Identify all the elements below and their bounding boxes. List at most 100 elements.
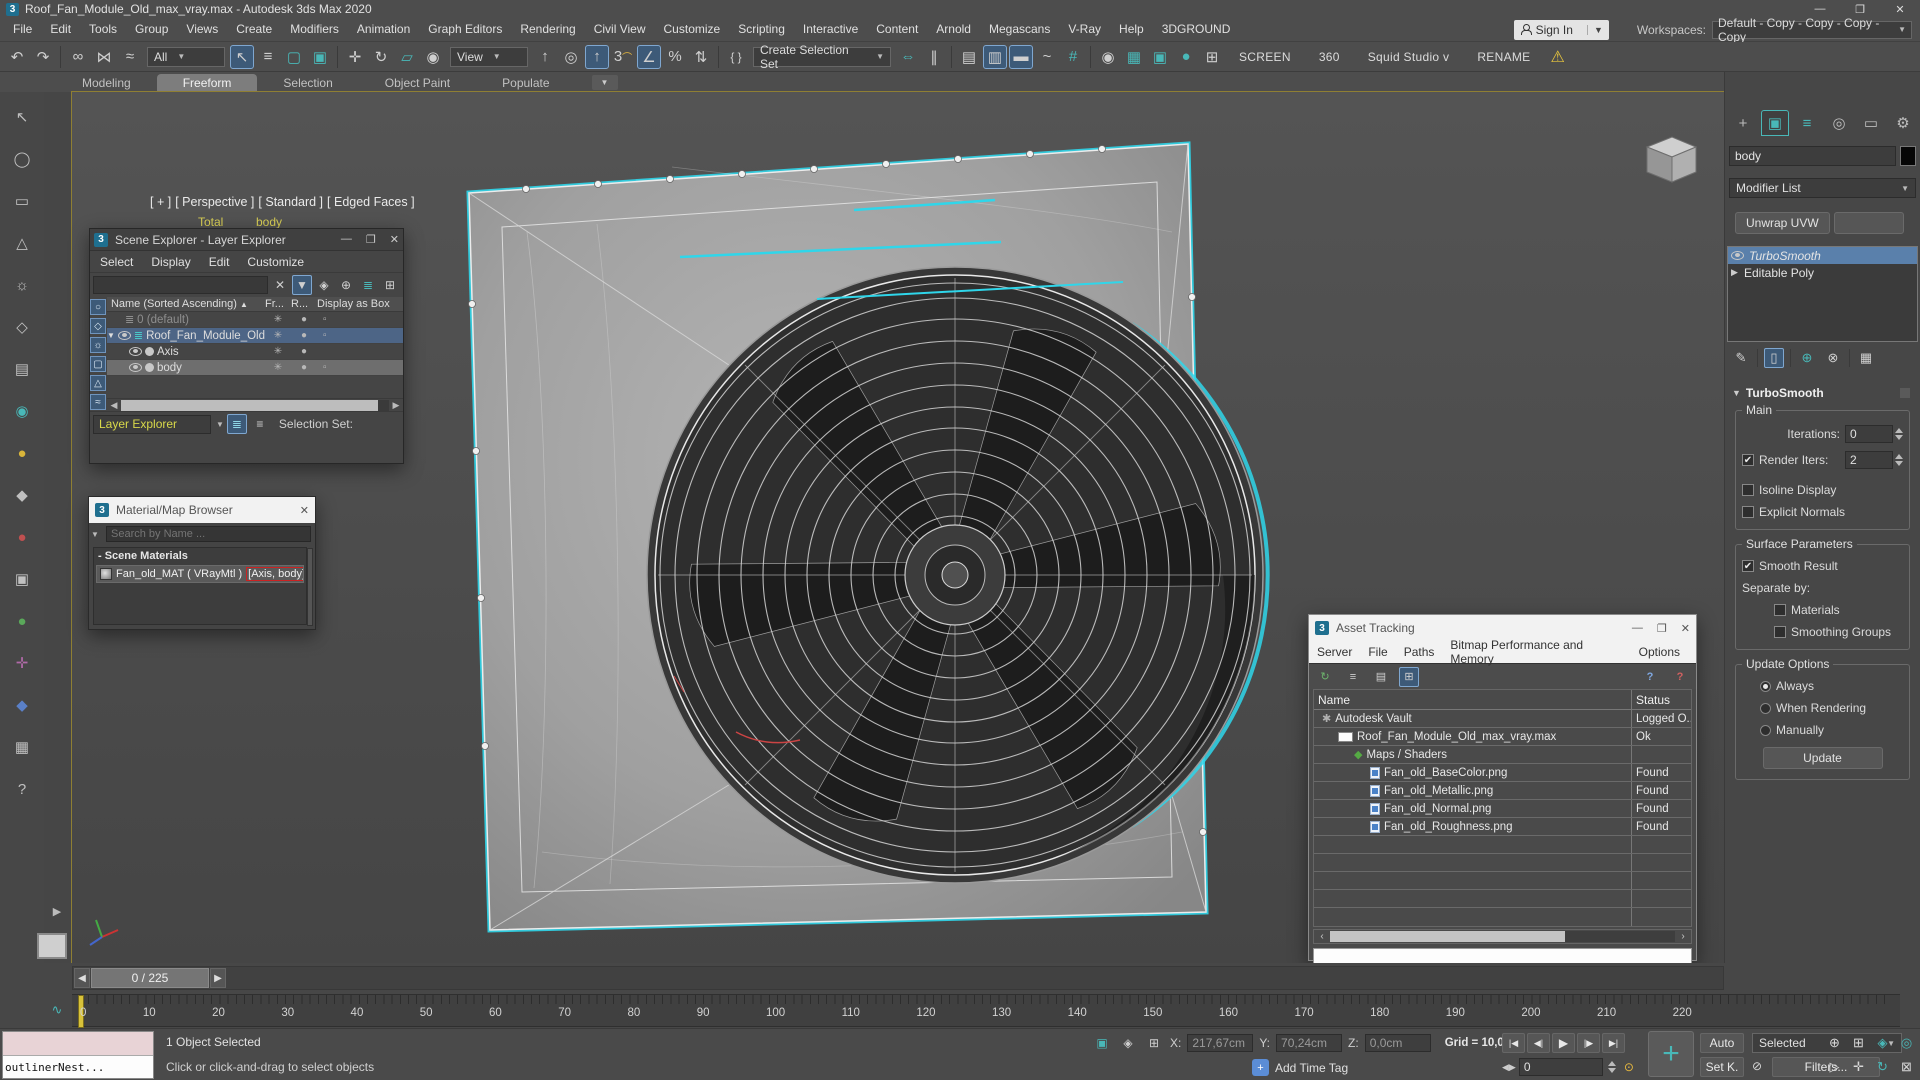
- chevron-down-icon[interactable]: ▼: [91, 530, 103, 539]
- scroll-right-icon[interactable]: ▶: [389, 400, 403, 411]
- custom-button-rename[interactable]: RENAME: [1477, 50, 1530, 64]
- list-view-icon[interactable]: ≡: [1343, 667, 1363, 687]
- lock-icon[interactable]: ◈: [314, 275, 334, 295]
- custom-button-screen[interactable]: SCREEN: [1239, 50, 1291, 64]
- menu-edit[interactable]: Edit: [41, 18, 80, 41]
- manually-radio[interactable]: [1760, 725, 1771, 736]
- help-icon[interactable]: ?: [1640, 667, 1660, 687]
- left-toolbar-button[interactable]: ▭: [7, 186, 37, 216]
- angle-snap-button[interactable]: ∠: [637, 45, 661, 69]
- previous-frame-icon[interactable]: ◀: [74, 968, 90, 988]
- tab-freeform[interactable]: Freeform: [157, 74, 258, 92]
- ribbon-minimize-dropdown[interactable]: ▼: [592, 75, 618, 90]
- explorer-mode-dropdown[interactable]: Layer Explorer: [93, 415, 211, 434]
- left-toolbar-button[interactable]: ◯: [7, 144, 37, 174]
- set-key-button[interactable]: Set K.: [1700, 1057, 1744, 1077]
- tab-populate[interactable]: Populate: [476, 74, 575, 92]
- left-toolbar-button[interactable]: ▦: [7, 732, 37, 762]
- display-as-box-cell[interactable]: ▫: [317, 362, 403, 373]
- smooth-result-checkbox[interactable]: [1742, 560, 1754, 572]
- bind-spacewarp-button[interactable]: ≈: [118, 45, 142, 69]
- show-end-result-button[interactable]: ▯: [1764, 348, 1784, 368]
- viewport-menu-style[interactable]: [ Edged Faces ]: [327, 195, 415, 209]
- stack-item-turbosmooth[interactable]: TurboSmooth: [1728, 247, 1917, 264]
- table-row[interactable]: Fan_old_Metallic.png Found: [1314, 782, 1691, 800]
- layer-mode-button[interactable]: ≣: [227, 414, 247, 434]
- next-frame-button[interactable]: |▶: [1577, 1033, 1600, 1053]
- set-keys-button[interactable]: +: [1648, 1031, 1694, 1077]
- rendered-frame-button[interactable]: ▣: [1148, 45, 1172, 69]
- left-toolbar-button[interactable]: ◆: [7, 690, 37, 720]
- help-context-icon[interactable]: ?: [1670, 667, 1690, 687]
- remove-modifier-button[interactable]: ⊗: [1823, 348, 1843, 368]
- menu-megascans[interactable]: Megascans: [980, 18, 1059, 41]
- thumbnail-view-icon[interactable]: ▤: [1371, 667, 1391, 687]
- toggle-scene-explorer-button[interactable]: ▤: [957, 45, 981, 69]
- tab-modeling[interactable]: Modeling: [56, 74, 157, 92]
- table-row-empty[interactable]: [1314, 908, 1691, 926]
- y-coordinate-field[interactable]: 70,24cm: [1276, 1034, 1342, 1052]
- current-frame-field[interactable]: 0: [1519, 1058, 1603, 1076]
- pan-button[interactable]: ✛: [1847, 1055, 1870, 1078]
- left-toolbar-button[interactable]: ▤: [7, 354, 37, 384]
- filter-spacewarps-icon[interactable]: ≈: [90, 394, 106, 410]
- left-toolbar-button[interactable]: ◆: [7, 480, 37, 510]
- redo-button[interactable]: ↷: [31, 45, 55, 69]
- filter-cameras-icon[interactable]: ▢: [90, 356, 106, 372]
- table-row-empty[interactable]: [1314, 836, 1691, 854]
- render-icon[interactable]: ●: [291, 330, 317, 341]
- materials-checkbox[interactable]: [1774, 604, 1786, 616]
- display-as-box-cell[interactable]: ▫: [317, 330, 403, 341]
- tab-hierarchy[interactable]: ≡: [1793, 110, 1821, 136]
- sign-in-dropdown-arrow[interactable]: ▼: [1587, 25, 1603, 35]
- scroll-left-icon[interactable]: ◀: [107, 400, 121, 411]
- render-iters-spinner[interactable]: 2: [1845, 451, 1903, 469]
- table-row-empty[interactable]: [1314, 890, 1691, 908]
- at-men-bitmap-performance[interactable]: Bitmap Performance and Memory: [1450, 638, 1622, 666]
- window-crossing-button[interactable]: ▣: [308, 45, 332, 69]
- render-production-button[interactable]: ●: [1174, 45, 1198, 69]
- menu-file[interactable]: File: [4, 18, 41, 41]
- se-menu-display[interactable]: Display: [151, 255, 190, 269]
- field-of-view-button[interactable]: ▷: [1823, 1055, 1846, 1078]
- toggle-layer-explorer-button[interactable]: ▥: [983, 45, 1007, 69]
- table-row-empty[interactable]: [1314, 872, 1691, 890]
- scene-explorer-column-headers[interactable]: Name (Sorted Ascending) ▲ Fr... R... Dis…: [107, 297, 403, 312]
- hierarchy-mode-button[interactable]: ≡: [250, 414, 270, 434]
- key-filters-icon[interactable]: ⊘: [1752, 1059, 1762, 1073]
- mirror-button[interactable]: ⇔: [896, 45, 920, 69]
- tab-modify[interactable]: ▣: [1761, 110, 1789, 136]
- menu-modifiers[interactable]: Modifiers: [281, 18, 348, 41]
- menu-vray[interactable]: V-Ray: [1059, 18, 1110, 41]
- time-slider-thumb[interactable]: 0 / 225: [91, 968, 209, 988]
- viewport-menu-shading[interactable]: [ Standard ]: [258, 195, 323, 209]
- minimize-button[interactable]: —: [341, 233, 352, 246]
- at-menu-options[interactable]: Options: [1639, 645, 1680, 659]
- viewport-layout-tab[interactable]: [37, 933, 67, 959]
- table-row[interactable]: ✱Autodesk Vault Logged O...: [1314, 710, 1691, 728]
- left-toolbar-button[interactable]: ◉: [7, 396, 37, 426]
- render-icon[interactable]: ●: [291, 362, 317, 373]
- maximize-viewport-button[interactable]: ⊠: [1895, 1055, 1918, 1078]
- at-menu-server[interactable]: Server: [1317, 645, 1352, 659]
- menu-3dground[interactable]: 3DGROUND: [1153, 18, 1240, 41]
- vertical-scrollbar[interactable]: [307, 548, 313, 626]
- undo-button[interactable]: ↶: [5, 45, 29, 69]
- close-button[interactable]: ✕: [390, 233, 399, 246]
- material-editor-button[interactable]: ◉: [1096, 45, 1120, 69]
- object-name-field[interactable]: [1729, 146, 1896, 166]
- menu-customize[interactable]: Customize: [655, 18, 730, 41]
- orbit-button[interactable]: ↻: [1871, 1055, 1894, 1078]
- table-row[interactable]: Fan_old_BaseColor.png Found: [1314, 764, 1691, 782]
- table-row[interactable]: Fan_old_Normal.png Found: [1314, 800, 1691, 818]
- se-menu-customize[interactable]: Customize: [247, 255, 304, 269]
- snap-toggle-3d-button[interactable]: 3⌒: [611, 45, 635, 69]
- warning-icon[interactable]: ⚠: [1550, 47, 1564, 67]
- configure-modifier-sets-button[interactable]: ▦: [1856, 348, 1876, 368]
- stack-item-editable-poly[interactable]: ▶ Editable Poly: [1728, 264, 1917, 281]
- horizontal-scrollbar[interactable]: ‹ ›: [1313, 929, 1692, 944]
- viewport-menu-general[interactable]: [ + ]: [150, 195, 171, 209]
- mini-curve-editor-button[interactable]: ∿: [46, 999, 68, 1021]
- render-setup-button[interactable]: ▦: [1122, 45, 1146, 69]
- render-flyout-button[interactable]: ⊞: [1200, 45, 1224, 69]
